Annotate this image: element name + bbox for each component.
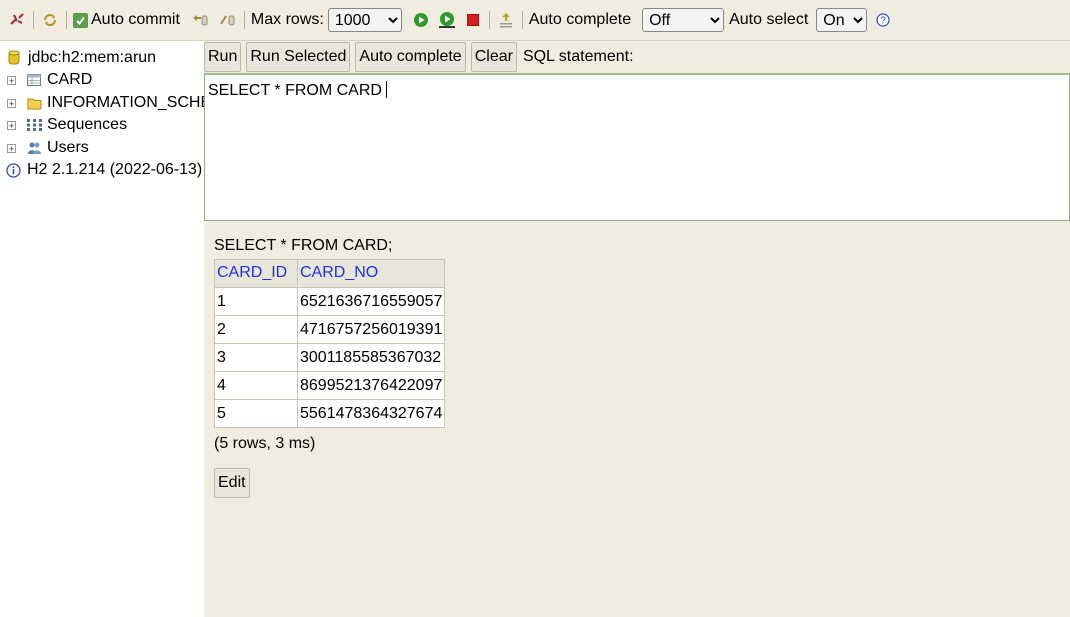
toolbar: Auto commit Max rows: 1000 Auto complete… <box>0 0 1070 41</box>
sql-editor-text: SELECT * FROM CARD <box>208 82 382 99</box>
table-cell: 3 <box>214 343 298 372</box>
database-icon <box>6 50 22 66</box>
table-cell: 5561478364327674 <box>296 399 446 428</box>
table-row: 2 4716757256019391 <box>214 315 446 344</box>
run-selected-icon[interactable] <box>437 10 457 30</box>
table-cell: 3001185585367032 <box>296 343 446 372</box>
sidebar: jdbc:h2:mem:arun + CARD + INFORMATION_SC… <box>0 41 204 617</box>
table-row: 3 3001185585367032 <box>214 343 446 372</box>
sidebar-item-sequences[interactable]: + Sequences <box>0 114 127 136</box>
stop-icon[interactable] <box>463 10 483 30</box>
help-glyph: ? <box>880 16 886 27</box>
text-caret <box>385 81 387 98</box>
column-header[interactable]: CARD_NO <box>296 259 446 288</box>
sidebar-version-label: H2 2.1.214 (2022-06-13) <box>27 161 203 178</box>
table-cell: 5 <box>214 399 298 428</box>
table-row: 1 6521636716559057 <box>214 287 446 316</box>
auto-select-label: Auto select <box>729 11 809 28</box>
clear-button[interactable]: Clear <box>470 42 517 72</box>
auto-complete-button[interactable]: Auto complete <box>355 42 466 72</box>
sidebar-item-users[interactable]: + Users <box>0 137 89 159</box>
sidebar-item-label: Users <box>47 139 89 156</box>
toolbar-separator <box>33 11 34 29</box>
result-area: SELECT * FROM CARD; CARD_ID CARD_NO 1 652… <box>214 237 446 453</box>
sql-editor[interactable]: SELECT * FROM CARD <box>204 73 1070 221</box>
toolbar-separator <box>66 11 67 29</box>
history-icon[interactable] <box>496 10 516 30</box>
sidebar-item-card[interactable]: + CARD <box>0 69 92 91</box>
table-row: 4 8699521376422097 <box>214 371 446 400</box>
rollback-icon[interactable] <box>190 10 210 30</box>
sidebar-item-information-schema[interactable]: + INFORMATION_SCHEMA <box>0 92 204 114</box>
toolbar-separator <box>243 11 245 29</box>
users-icon <box>26 140 42 156</box>
result-summary: (5 rows, 3 ms) <box>214 435 316 452</box>
help-icon[interactable]: ? <box>873 10 893 30</box>
auto-commit-label: Auto commit <box>91 11 180 28</box>
toolbar-separator <box>521 11 523 29</box>
result-table: CARD_ID CARD_NO 1 6521636716559057 2 47167… <box>214 259 446 428</box>
run-button[interactable]: Run <box>204 42 242 72</box>
table-cell: 6521636716559057 <box>296 287 446 316</box>
auto-select-select[interactable]: On <box>816 8 868 32</box>
folder-icon <box>26 95 42 111</box>
auto-complete-select[interactable]: Off <box>642 8 725 32</box>
toolbar-separator <box>488 11 490 29</box>
sequences-icon <box>26 117 42 133</box>
result-query: SELECT * FROM CARD; <box>214 237 393 254</box>
sql-button-bar: Run Run Selected Auto complete Clear SQL… <box>204 41 634 73</box>
max-rows-label: Max rows: <box>250 11 324 28</box>
sql-statement-label: SQL statement: <box>522 48 634 65</box>
expand-icon[interactable]: + <box>7 75 16 85</box>
column-header[interactable]: CARD_ID <box>214 259 298 288</box>
disconnect-icon[interactable] <box>7 10 27 30</box>
table-cell: 8699521376422097 <box>296 371 446 400</box>
sidebar-connection-label: jdbc:h2:mem:arun <box>28 49 157 66</box>
result-header-row: CARD_ID CARD_NO <box>214 259 446 288</box>
refresh-icon[interactable] <box>40 10 60 30</box>
expand-icon[interactable]: + <box>7 143 16 153</box>
run-icon[interactable] <box>411 10 431 30</box>
table-row: 5 5561478364327674 <box>214 399 446 428</box>
sidebar-connection[interactable]: jdbc:h2:mem:arun <box>0 47 156 69</box>
expand-icon[interactable]: + <box>7 120 16 130</box>
run-selected-button[interactable]: Run Selected <box>246 42 351 72</box>
sidebar-item-label: Sequences <box>47 116 128 133</box>
table-icon <box>26 72 42 88</box>
max-rows-select[interactable]: 1000 <box>327 8 402 32</box>
edit-button[interactable]: Edit <box>214 468 250 498</box>
info-icon <box>5 162 21 178</box>
table-cell: 4 <box>214 371 298 400</box>
sidebar-item-label: CARD <box>47 71 93 88</box>
table-cell: 2 <box>214 315 298 344</box>
table-cell: 4716757256019391 <box>296 315 446 344</box>
auto-complete-label: Auto complete <box>528 11 632 28</box>
sidebar-item-label: INFORMATION_SCHEMA <box>47 94 204 111</box>
expand-icon[interactable]: + <box>7 98 16 108</box>
commit-icon[interactable] <box>218 10 238 30</box>
table-cell: 1 <box>214 287 298 316</box>
main-panel: Run Run Selected Auto complete Clear SQL… <box>204 41 1070 617</box>
auto-commit-checkbox[interactable] <box>73 12 88 28</box>
sidebar-version: H2 2.1.214 (2022-06-13) <box>0 159 202 181</box>
